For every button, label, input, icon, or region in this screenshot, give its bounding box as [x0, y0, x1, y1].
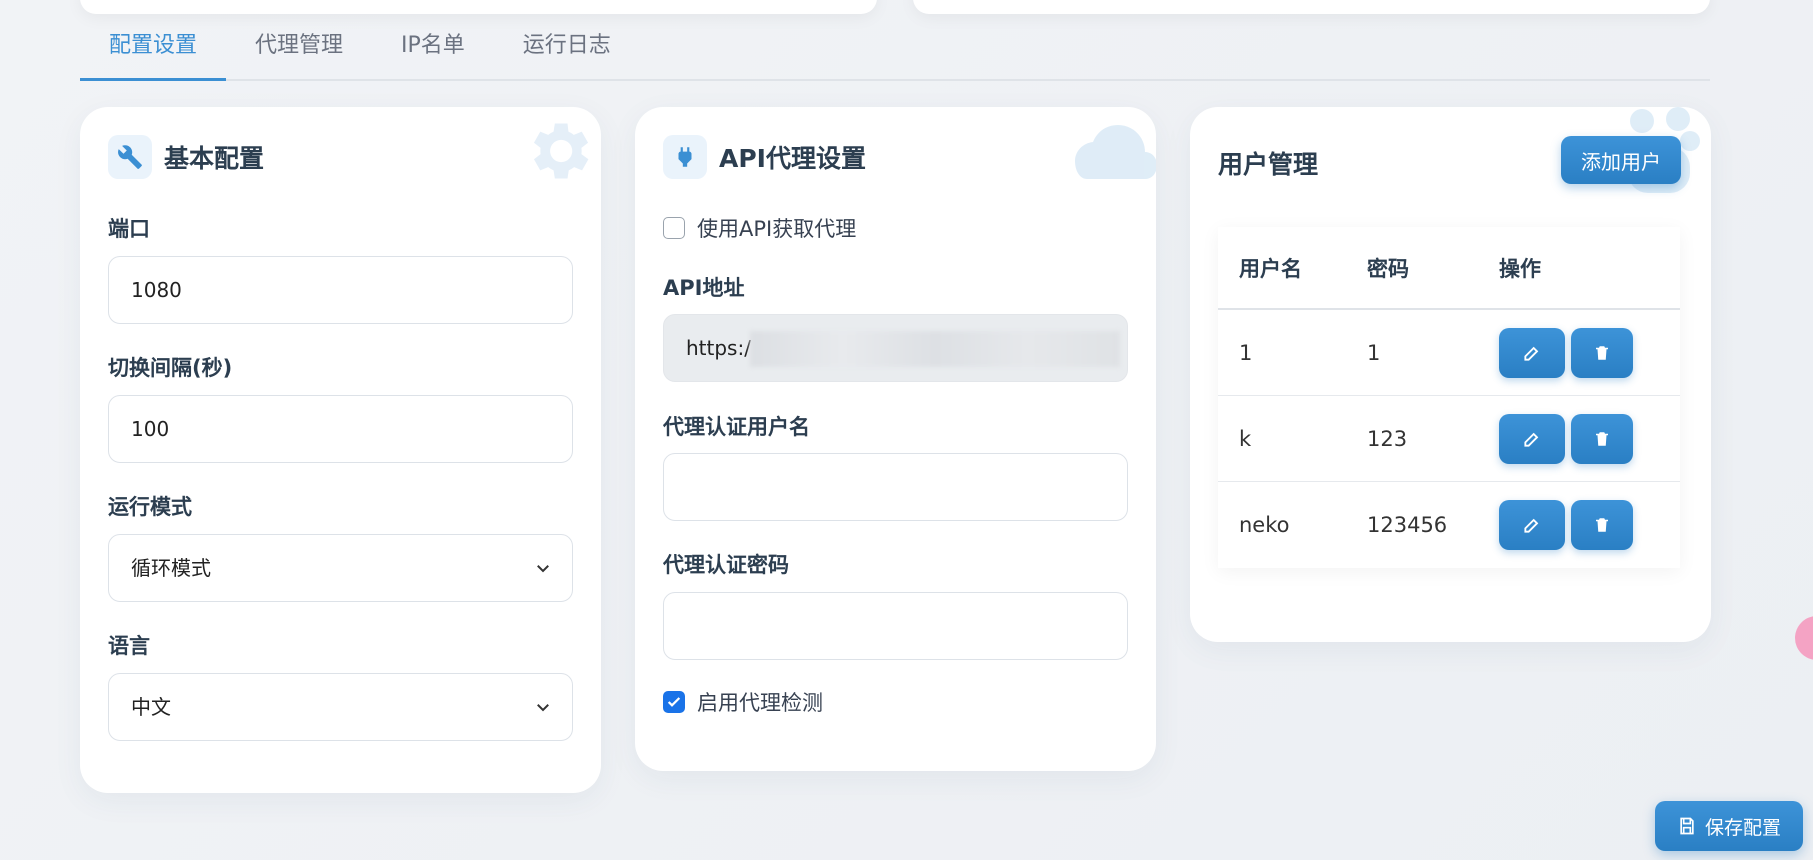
username-cell: 1 [1239, 340, 1253, 365]
basic-config-title: 基本配置 [108, 135, 264, 179]
password-cell: 123 [1367, 426, 1408, 451]
chevron-down-icon [537, 704, 549, 712]
top-card-left [80, 0, 877, 14]
api-proxy-title: API代理设置 [663, 135, 866, 179]
trash-icon [1596, 345, 1608, 360]
plug-icon [663, 135, 707, 179]
username-cell: neko [1239, 513, 1290, 537]
user-management-title: 用户管理 [1218, 150, 1319, 179]
use-api-checkbox-row[interactable]: 使用API获取代理 [663, 213, 856, 243]
tab-proxy-management[interactable]: 代理管理 [226, 15, 372, 81]
edit-button[interactable] [1499, 327, 1565, 378]
password-cell: 1 [1367, 340, 1381, 365]
actions-cell [1478, 413, 1680, 464]
tab-bar: 配置设置 代理管理 IP名单 运行日志 [80, 15, 1710, 81]
tab-config-settings[interactable]: 配置设置 [80, 15, 227, 81]
add-user-button[interactable]: 添加用户 [1561, 136, 1681, 184]
top-card-right [913, 0, 1710, 14]
delete-button[interactable] [1571, 327, 1633, 378]
save-icon [1680, 817, 1694, 835]
col-actions: 操作 [1499, 256, 1541, 281]
auth-user-label: 代理认证用户名 [663, 415, 810, 439]
api-url-value: https:/ [686, 336, 751, 360]
edit-button[interactable] [1499, 500, 1565, 550]
language-select-value: 中文 [131, 695, 171, 719]
check-icon [667, 697, 681, 707]
api-url-input[interactable]: https:/ [663, 314, 1128, 382]
user-table: 用户名 密码 操作 1 1 k 123 neko 123456 [1218, 227, 1680, 568]
proxy-check-checkbox[interactable] [663, 691, 685, 713]
mode-select-value: 循环模式 [131, 556, 211, 580]
delete-button[interactable] [1571, 413, 1633, 464]
table-row: neko 123456 [1218, 482, 1680, 568]
save-config-button[interactable]: 保存配置 [1655, 801, 1803, 851]
api-proxy-card: API代理设置 使用API获取代理 API地址 https:/ 代理认证用户名 … [635, 107, 1156, 771]
col-username: 用户名 [1239, 256, 1302, 281]
delete-button[interactable] [1571, 500, 1633, 550]
interval-input[interactable]: 100 [108, 395, 573, 463]
interval-label: 切换间隔(秒) [108, 356, 233, 380]
use-api-checkbox[interactable] [663, 217, 685, 239]
api-proxy-title-text: API代理设置 [719, 144, 866, 173]
language-select[interactable]: 中文 [108, 673, 573, 741]
chevron-down-icon [537, 565, 549, 573]
port-label: 端口 [108, 217, 150, 241]
wrench-icon [108, 135, 152, 179]
auth-pass-input[interactable] [663, 592, 1128, 660]
actions-cell [1478, 327, 1680, 378]
language-label: 语言 [108, 634, 150, 658]
mode-label: 运行模式 [108, 495, 192, 519]
basic-config-card: 基本配置 端口 1080 切换间隔(秒) 100 运行模式 循环模式 语言 中文 [80, 107, 601, 793]
edit-icon [1524, 432, 1539, 447]
edit-icon [1524, 346, 1539, 361]
api-url-label: API地址 [663, 276, 745, 300]
proxy-check-row[interactable]: 启用代理检测 [663, 687, 823, 717]
edit-icon [1524, 518, 1539, 533]
tab-run-log[interactable]: 运行日志 [494, 15, 640, 81]
table-row: k 123 [1218, 396, 1680, 482]
actions-cell [1478, 500, 1680, 550]
cloud-icon [1075, 125, 1156, 179]
table-row: 1 1 [1218, 310, 1680, 396]
username-cell: k [1239, 426, 1252, 451]
auth-user-input[interactable] [663, 453, 1128, 521]
trash-icon [1596, 518, 1608, 532]
table-header: 用户名 密码 操作 [1218, 227, 1680, 310]
col-password: 密码 [1367, 256, 1409, 281]
proxy-check-label: 启用代理检测 [697, 691, 823, 715]
port-input[interactable]: 1080 [108, 256, 573, 324]
auth-pass-label: 代理认证密码 [663, 553, 789, 577]
user-management-card: 用户管理 添加用户 用户名 密码 操作 1 1 k 123 neko 12345… [1190, 107, 1711, 642]
floating-avatar[interactable] [1795, 616, 1813, 660]
basic-config-title-text: 基本配置 [164, 144, 265, 173]
redacted-url [750, 331, 1120, 367]
gear-icon [533, 123, 589, 179]
trash-icon [1596, 431, 1608, 446]
save-config-label: 保存配置 [1704, 816, 1781, 839]
mode-select[interactable]: 循环模式 [108, 534, 573, 602]
use-api-label: 使用API获取代理 [697, 217, 857, 241]
tab-ip-list[interactable]: IP名单 [372, 15, 494, 81]
edit-button[interactable] [1499, 413, 1565, 464]
password-cell: 123456 [1367, 513, 1448, 537]
